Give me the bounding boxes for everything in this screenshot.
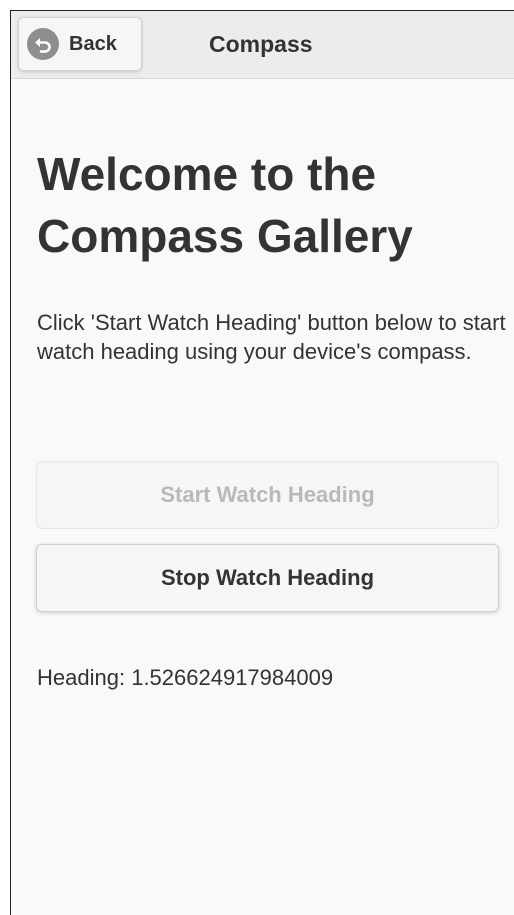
start-watch-heading-button[interactable]: Start Watch Heading <box>36 461 499 529</box>
start-watch-heading-label: Start Watch Heading <box>160 482 375 507</box>
heading-label: Heading: <box>37 665 126 690</box>
back-button-label: Back <box>69 32 117 55</box>
back-arrow-icon <box>27 28 59 60</box>
stop-watch-heading-label: Stop Watch Heading <box>160 565 375 590</box>
stop-watch-heading-button[interactable]: Stop Watch Heading <box>36 544 499 612</box>
intro-text: Click 'Start Watch Heading' button below… <box>37 310 506 364</box>
back-button[interactable]: Back <box>18 17 142 71</box>
header-title: Compass <box>209 31 313 57</box>
heading-readout: Heading: 1.526624917984009 <box>37 665 333 691</box>
app-screen: Back Compass Welcome to the Compass Gall… <box>10 10 514 915</box>
header-bar: Back Compass <box>11 11 514 79</box>
page-title: Welcome to the Compass Gallery <box>37 148 413 262</box>
heading-value: 1.526624917984009 <box>131 665 334 690</box>
